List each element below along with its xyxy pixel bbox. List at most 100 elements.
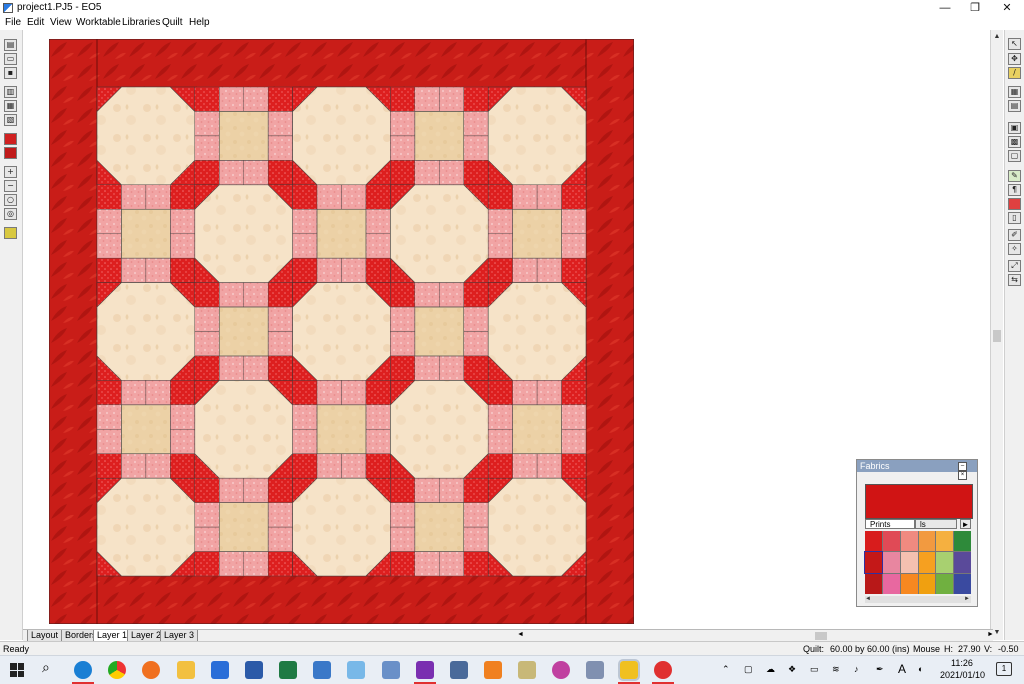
connector-square[interactable] bbox=[219, 551, 244, 577]
connector-square[interactable] bbox=[390, 86, 416, 112]
photos-icon[interactable] bbox=[313, 661, 331, 679]
connector-square[interactable] bbox=[365, 380, 391, 406]
connector-square[interactable] bbox=[512, 453, 538, 479]
set-applique-icon[interactable]: ▤ bbox=[1008, 100, 1021, 112]
scroll-left-icon[interactable]: ◄ bbox=[517, 631, 524, 638]
connector-square[interactable] bbox=[439, 160, 464, 185]
connector-square[interactable] bbox=[194, 551, 220, 577]
octagon-patch[interactable] bbox=[390, 184, 489, 283]
connector-square[interactable] bbox=[243, 551, 269, 577]
connector-square[interactable] bbox=[121, 453, 147, 479]
firefox-icon[interactable] bbox=[142, 661, 160, 679]
app-icon-paint[interactable] bbox=[518, 661, 536, 679]
connector-square[interactable] bbox=[536, 257, 562, 283]
rotate-icon[interactable]: ⤢ bbox=[1008, 260, 1021, 272]
connector-square[interactable] bbox=[219, 160, 244, 185]
layers-icon[interactable]: ▢ bbox=[1008, 150, 1021, 162]
palette-minimize-icon[interactable]: – bbox=[958, 462, 967, 471]
octagon-patch[interactable] bbox=[487, 86, 587, 186]
connector-square[interactable] bbox=[463, 502, 489, 528]
connector-square[interactable] bbox=[488, 257, 513, 283]
center-square[interactable] bbox=[512, 208, 562, 259]
connector-square[interactable] bbox=[267, 526, 293, 552]
horizontal-scrollbar[interactable]: ◄ ► bbox=[517, 631, 1015, 641]
connector-square[interactable] bbox=[414, 551, 440, 577]
connector-square[interactable] bbox=[390, 160, 416, 185]
fabric-swatch[interactable] bbox=[864, 551, 883, 574]
connector-square[interactable] bbox=[463, 282, 489, 308]
connector-square[interactable] bbox=[414, 478, 440, 503]
connector-square[interactable] bbox=[194, 86, 220, 112]
connector-square[interactable] bbox=[463, 306, 489, 332]
center-square[interactable] bbox=[218, 502, 269, 552]
tab-prints[interactable]: Prints bbox=[865, 519, 915, 529]
octagon-patch[interactable] bbox=[487, 477, 587, 577]
connector-square[interactable] bbox=[194, 135, 220, 161]
edge-icon[interactable] bbox=[74, 661, 92, 679]
connector-square[interactable] bbox=[561, 404, 587, 430]
sticky-notes-icon[interactable] bbox=[618, 659, 640, 681]
start-icon[interactable] bbox=[10, 663, 24, 677]
connector-square[interactable] bbox=[96, 184, 122, 210]
connector-square[interactable] bbox=[414, 86, 440, 112]
horizontal-scroll-thumb[interactable] bbox=[815, 632, 827, 640]
connector-square[interactable] bbox=[170, 404, 195, 430]
connector-square[interactable] bbox=[439, 478, 464, 503]
menu-quilt[interactable]: Quilt bbox=[162, 17, 183, 28]
connector-square[interactable] bbox=[96, 404, 122, 430]
connector-square[interactable] bbox=[561, 233, 587, 259]
connector-square[interactable] bbox=[316, 184, 342, 210]
maximize-button[interactable]: ❐ bbox=[960, 0, 990, 16]
connector-square[interactable] bbox=[145, 184, 171, 210]
octagon-patch[interactable] bbox=[292, 477, 391, 577]
connector-square[interactable] bbox=[170, 209, 195, 234]
connector-square[interactable] bbox=[488, 453, 513, 479]
menu-view[interactable]: View bbox=[50, 17, 72, 28]
connector-square[interactable] bbox=[561, 184, 587, 210]
connector-square[interactable] bbox=[390, 355, 416, 381]
connector-square[interactable] bbox=[488, 380, 513, 406]
input-indicator[interactable]: A bbox=[898, 662, 906, 676]
tray-device-icon[interactable]: ▢ bbox=[744, 664, 753, 675]
connector-square[interactable] bbox=[194, 111, 220, 137]
connector-square[interactable] bbox=[341, 184, 367, 210]
connector-square[interactable] bbox=[463, 331, 489, 357]
connector-square[interactable] bbox=[512, 257, 538, 283]
connector-square[interactable] bbox=[463, 551, 489, 577]
zoom-fit-icon[interactable]: ○ bbox=[4, 194, 17, 206]
connector-square[interactable] bbox=[390, 306, 416, 332]
paintbrush-icon[interactable]: ✎ bbox=[1008, 170, 1021, 182]
connector-square[interactable] bbox=[96, 453, 122, 479]
octagon-patch[interactable] bbox=[96, 477, 196, 577]
connector-square[interactable] bbox=[365, 257, 391, 283]
fabric-swatch[interactable] bbox=[918, 531, 936, 552]
connector-square[interactable] bbox=[488, 184, 513, 210]
open-icon[interactable]: ▭ bbox=[4, 53, 17, 65]
connector-square[interactable] bbox=[121, 257, 147, 283]
connector-square[interactable] bbox=[96, 233, 122, 259]
menu-edit[interactable]: Edit bbox=[27, 17, 44, 28]
octagon-patch[interactable] bbox=[292, 282, 391, 381]
center-square[interactable] bbox=[414, 306, 465, 357]
connector-square[interactable] bbox=[194, 331, 220, 357]
paint3d-icon[interactable] bbox=[347, 661, 365, 679]
menu-help[interactable]: Help bbox=[189, 17, 210, 28]
connector-square[interactable] bbox=[292, 209, 318, 234]
connector-square[interactable] bbox=[219, 355, 244, 381]
connector-square[interactable] bbox=[170, 184, 195, 210]
fabrics-palette[interactable]: Fabrics – × Prints ls ► ◄ ► bbox=[856, 459, 978, 607]
palette-close-icon[interactable]: × bbox=[958, 471, 967, 480]
tab-other[interactable]: ls bbox=[915, 519, 957, 529]
connector-square[interactable] bbox=[292, 233, 318, 259]
connector-square[interactable] bbox=[414, 355, 440, 381]
onenote-icon[interactable] bbox=[416, 661, 434, 679]
connector-square[interactable] bbox=[267, 160, 293, 185]
excel-icon[interactable] bbox=[279, 661, 297, 679]
connector-square[interactable] bbox=[390, 111, 416, 137]
connector-square[interactable] bbox=[96, 380, 122, 406]
fabric-swatch[interactable] bbox=[936, 552, 954, 573]
octagon-patch[interactable] bbox=[96, 86, 196, 186]
print-icon[interactable]: ▥ bbox=[4, 86, 17, 98]
fabric-swatch[interactable] bbox=[882, 552, 900, 573]
connector-square[interactable] bbox=[463, 526, 489, 552]
